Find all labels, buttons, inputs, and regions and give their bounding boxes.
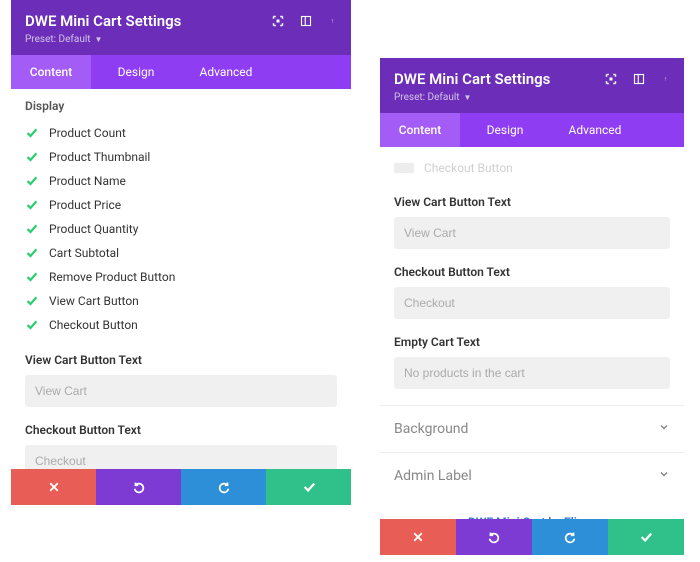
view-cart-text-input[interactable] [25,375,337,407]
preset-selector[interactable]: Preset: Default ▼ [25,34,337,45]
preset-label: Preset: Default [394,92,460,103]
more-icon[interactable] [660,72,674,86]
tabs: Content Design Advanced [11,55,351,89]
checkout-text-label: Checkout Button Text [394,265,670,279]
panel-body: Display Product Count Product Thumbnail … [11,89,351,469]
chevron-down-icon [658,468,670,484]
check-icon [25,174,39,188]
accordion-label: Admin Label [394,468,472,484]
layout-icon[interactable] [632,72,646,86]
check-icon [25,246,39,260]
toggle-switch-icon [394,163,414,173]
save-button[interactable] [608,519,684,555]
toggle-product-thumbnail[interactable]: Product Thumbnail [25,145,337,169]
tab-content[interactable]: Content [11,55,91,89]
view-cart-text-label: View Cart Button Text [25,353,337,367]
check-icon [25,294,39,308]
background-accordion[interactable]: Background [380,405,684,452]
view-cart-text-input[interactable] [394,217,670,249]
toggle-product-count[interactable]: Product Count [25,121,337,145]
tab-design[interactable]: Design [460,113,550,147]
tab-design[interactable]: Design [91,55,181,89]
preset-selector[interactable]: Preset: Default ▼ [394,92,670,103]
toggle-cart-subtotal[interactable]: Cart Subtotal [25,241,337,265]
toggle-label: View Cart Button [49,294,139,308]
preset-label: Preset: Default [25,34,91,45]
tab-content[interactable]: Content [380,113,460,147]
layout-icon[interactable] [299,14,313,28]
accordion-label: Background [394,421,468,437]
tab-advanced[interactable]: Advanced [550,113,640,147]
toggle-view-cart-button[interactable]: View Cart Button [25,289,337,313]
redo-button[interactable] [532,519,608,555]
tabs: Content Design Advanced [380,113,684,147]
check-icon [25,198,39,212]
header-actions [604,72,674,86]
empty-cart-text-input[interactable] [394,357,670,389]
toggle-label: Remove Product Button [49,270,175,284]
toggle-label: Product Thumbnail [49,150,150,164]
toggle-label: Product Quantity [49,222,138,236]
toggle-label: Cart Subtotal [49,246,119,260]
tab-advanced[interactable]: Advanced [181,55,271,89]
toggle-product-name[interactable]: Product Name [25,169,337,193]
check-icon [25,270,39,284]
checkout-text-input[interactable] [394,287,670,319]
toggle-label: Product Name [49,174,126,188]
more-icon[interactable] [327,14,341,28]
panel-footer [380,519,684,555]
toggle-remove-product-button[interactable]: Remove Product Button [25,265,337,289]
cancel-button[interactable] [11,469,96,505]
caret-down-icon: ▼ [95,35,103,44]
checkout-text-label: Checkout Button Text [25,423,337,437]
credit-product-link[interactable]: DWE Mini Cart [468,515,545,519]
toggle-label: Product Price [49,198,121,212]
credit-by: by [546,515,564,519]
cancel-button[interactable] [380,519,456,555]
toggle-label: Checkout Button [49,318,138,332]
toggle-checkout-button[interactable]: Checkout Button [25,313,337,337]
caret-down-icon: ▼ [464,93,472,102]
redo-button[interactable] [181,469,266,505]
focus-icon[interactable] [604,72,618,86]
toggle-product-quantity[interactable]: Product Quantity [25,217,337,241]
panel-footer [11,469,351,505]
toggle-label: Checkout Button [424,161,513,175]
settings-panel-right: DWE Mini Cart Settings Preset: Default ▼… [380,58,684,555]
settings-panel-left: DWE Mini Cart Settings Preset: Default ▼… [11,0,351,505]
chevron-down-icon [658,421,670,437]
header-actions [271,14,341,28]
undo-button[interactable] [96,469,181,505]
toggle-product-price[interactable]: Product Price [25,193,337,217]
panel-header: DWE Mini Cart Settings Preset: Default ▼ [11,0,351,55]
checkout-text-input[interactable] [25,445,337,469]
admin-label-accordion[interactable]: Admin Label [380,452,684,499]
credit-author-link[interactable]: Elicus [564,515,596,519]
panel-body: Checkout Button View Cart Button Text Ch… [380,147,684,519]
panel-header: DWE Mini Cart Settings Preset: Default ▼ [380,58,684,113]
check-icon [25,222,39,236]
toggle-checkout-button-partial[interactable]: Checkout Button [394,157,670,179]
undo-button[interactable] [456,519,532,555]
display-section-label: Display [25,99,337,113]
empty-cart-text-label: Empty Cart Text [394,335,670,349]
focus-icon[interactable] [271,14,285,28]
save-button[interactable] [266,469,351,505]
check-icon [25,318,39,332]
view-cart-text-label: View Cart Button Text [394,195,670,209]
check-icon [25,126,39,140]
toggle-label: Product Count [49,126,126,140]
check-icon [25,150,39,164]
credit-line: DWE Mini Cart by Elicus [380,499,684,519]
